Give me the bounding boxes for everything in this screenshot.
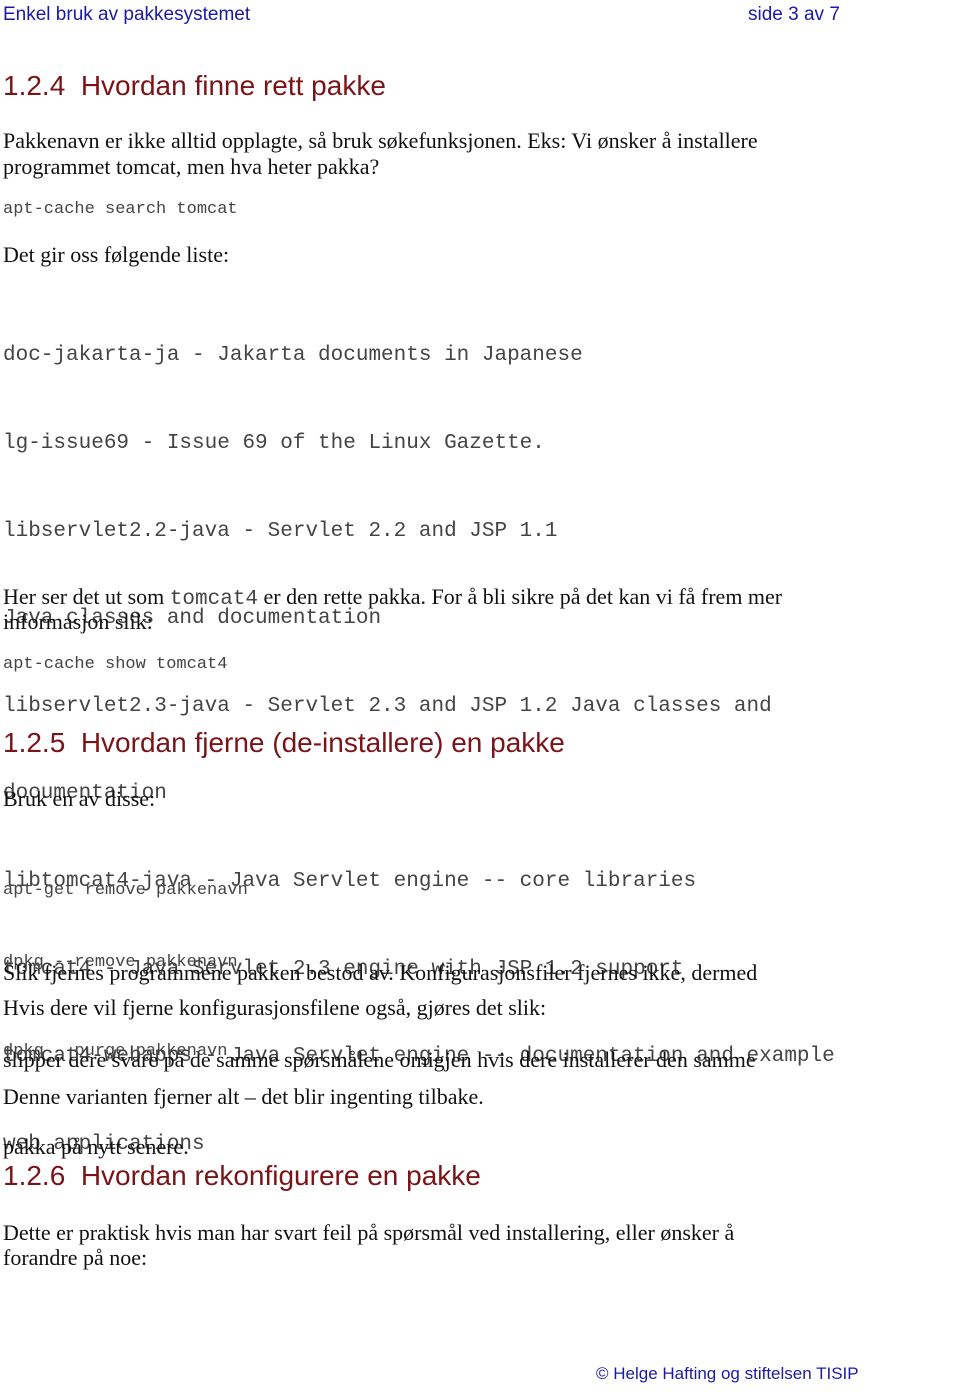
output-line: doc-jakarta-ja - Jakarta documents in Ja… (3, 344, 583, 368)
command-dpkg-purge: dpkg --purge pakkenavn (3, 1042, 228, 1061)
section-heading-1-2-5: 1.2.5 Hvordan fjerne (de-installere) en … (3, 727, 565, 758)
reconfigure-intro-line1: Dette er praktisk hvis man har svart fei… (3, 1220, 735, 1245)
conclusion-text-line2: informasjon slik: (3, 609, 153, 634)
intro-text-line2: programmet tomcat, men hva heter pakka? (3, 154, 380, 179)
output-line: libservlet2.2-java - Servlet 2.2 and JSP… (3, 519, 558, 543)
remove-intro-text: Bruk en av disse: (3, 786, 156, 811)
paragraph-line: Slik fjernes programmene pakken bestod a… (3, 960, 758, 985)
paragraph-line: pakka på nytt senere. (3, 1134, 189, 1159)
conclusion-pre: Her ser det ut som (3, 584, 170, 609)
document-title: Enkel bruk av pakkesystemet (3, 4, 251, 25)
reconfigure-intro-line2: forandre på noe: (3, 1245, 148, 1270)
output-line: lg-issue69 - Issue 69 of the Linux Gazet… (3, 432, 545, 456)
conclusion-post: er den rette pakka. For å bli sikre på d… (258, 584, 783, 609)
purge-intro-text: Hvis dere vil fjerne konfigurasjonsfilen… (3, 995, 547, 1020)
command-apt-cache-show: apt-cache show tomcat4 (3, 655, 228, 674)
footer-copyright: © Helge Hafting og stiftelsen TISIP (596, 1364, 859, 1383)
inline-code-tomcat4: tomcat4 (169, 588, 259, 611)
section-heading-1-2-6: 1.2.6 Hvordan rekonfigurere en pakke (3, 1160, 481, 1191)
page-indicator: side 3 av 7 (748, 4, 840, 25)
purge-note-text: Denne varianten fjerner alt – det blir i… (3, 1084, 484, 1109)
intro-text-line1: Pakkenavn er ikke alltid opplagte, så br… (3, 128, 758, 153)
command-apt-cache-search: apt-cache search tomcat (3, 200, 238, 219)
section-heading-1-2-4: 1.2.4 Hvordan finne rett pakke (3, 70, 386, 101)
list-intro-text: Det gir oss følgende liste: (3, 242, 230, 267)
output-line: libservlet2.3-java - Servlet 2.3 and JSP… (3, 694, 772, 718)
